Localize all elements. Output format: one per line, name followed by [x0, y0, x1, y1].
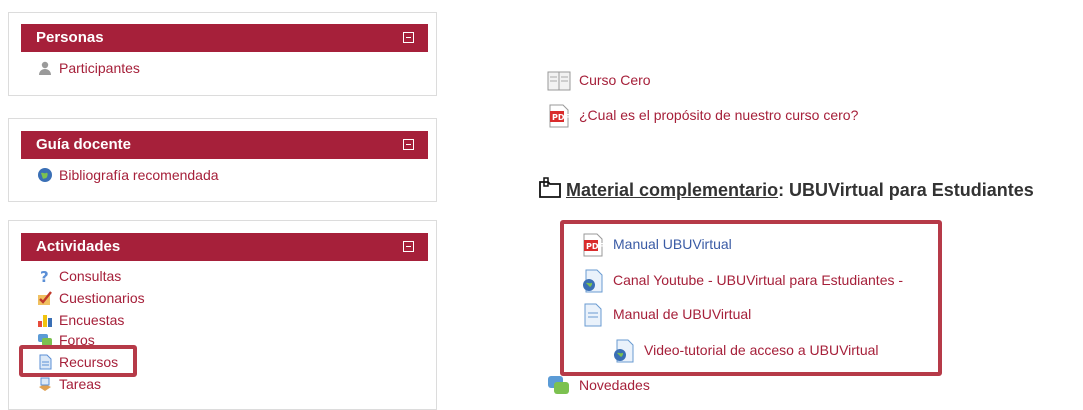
collapse-icon[interactable] — [403, 32, 414, 43]
forum-icon — [547, 374, 571, 398]
resource-manual-ubuvirtual[interactable]: PDF Manual UBUVirtual — [581, 232, 732, 257]
link-cuestionarios[interactable]: Cuestionarios — [37, 288, 145, 308]
svg-text:PDF: PDF — [552, 113, 570, 122]
resource-label: Video-tutorial de acceso a UBUVirtual — [644, 342, 879, 358]
svg-text:?: ? — [40, 268, 49, 284]
block-title: Personas — [36, 29, 104, 46]
book-icon — [547, 69, 571, 93]
resource-label: Manual de UBUVirtual — [613, 306, 752, 322]
resource-proposito[interactable]: PDF ¿Cual es el propósito de nuestro cur… — [547, 103, 859, 128]
link-encuestas[interactable]: Encuestas — [37, 310, 124, 330]
resource-label: ¿Cual es el propósito de nuestro curso c… — [579, 107, 859, 123]
block-header-personas[interactable]: Personas — [21, 24, 428, 52]
collapse-icon[interactable] — [403, 139, 414, 150]
resource-label: Canal Youtube - UBUVirtual para Estudian… — [613, 272, 904, 288]
url-icon — [581, 269, 605, 293]
item-label: Bibliografía recomendada — [59, 167, 219, 183]
assignment-icon — [37, 376, 53, 392]
page-icon — [581, 303, 605, 327]
section-title: Material complementario: UBUVirtual para… — [538, 176, 1034, 201]
participants-icon — [37, 60, 53, 76]
section-link[interactable]: Material complementario — [566, 180, 778, 200]
block-personas: Personas Participantes — [8, 12, 437, 96]
pdf-icon: PDF — [547, 104, 571, 128]
resource-curso-cero[interactable]: Curso Cero — [547, 68, 651, 92]
help-icon: ? — [37, 268, 53, 286]
link-bibliografia[interactable]: Bibliografía recomendada — [37, 165, 219, 185]
item-label: Tareas — [59, 376, 102, 392]
block-actividades: Actividades ? Consultas Cuestionarios En… — [8, 220, 437, 410]
collapse-icon[interactable] — [403, 241, 414, 252]
link-tareas[interactable]: Tareas — [37, 374, 101, 394]
link-consultas[interactable]: ? Consultas — [37, 266, 121, 286]
resource-canal-youtube[interactable]: Canal Youtube - UBUVirtual para Estudian… — [581, 268, 904, 293]
resource-label: Manual UBUVirtual — [613, 236, 732, 252]
chart-icon — [37, 312, 53, 328]
quiz-icon — [37, 290, 53, 306]
resource-manual-de-ubuvirtual[interactable]: Manual de UBUVirtual — [581, 302, 752, 327]
folder-icon — [538, 176, 562, 200]
recursos-highlight — [19, 345, 137, 377]
globe-icon — [37, 167, 53, 183]
resource-video-tutorial[interactable]: Video-tutorial de acceso a UBUVirtual — [612, 338, 879, 363]
section-rest: : UBUVirtual para Estudiantes — [778, 180, 1034, 200]
item-label: Participantes — [59, 60, 140, 76]
resource-label: Novedades — [579, 377, 650, 393]
item-label: Encuestas — [59, 312, 125, 328]
block-title: Actividades — [36, 238, 121, 255]
block-title: Guía docente — [36, 136, 132, 153]
link-participantes[interactable]: Participantes — [37, 58, 140, 78]
block-guia-docente: Guía docente Bibliografía recomendada — [8, 118, 437, 202]
pdf-icon: PDF — [581, 233, 605, 257]
resource-novedades[interactable]: Novedades — [547, 373, 650, 397]
block-header-actividades[interactable]: Actividades — [21, 233, 428, 261]
block-header-guia[interactable]: Guía docente — [21, 131, 428, 159]
url-icon — [612, 339, 636, 363]
item-label: Cuestionarios — [59, 290, 145, 306]
resource-label: Curso Cero — [579, 72, 651, 88]
item-label: Consultas — [59, 268, 122, 284]
svg-text:PDF: PDF — [586, 242, 604, 251]
